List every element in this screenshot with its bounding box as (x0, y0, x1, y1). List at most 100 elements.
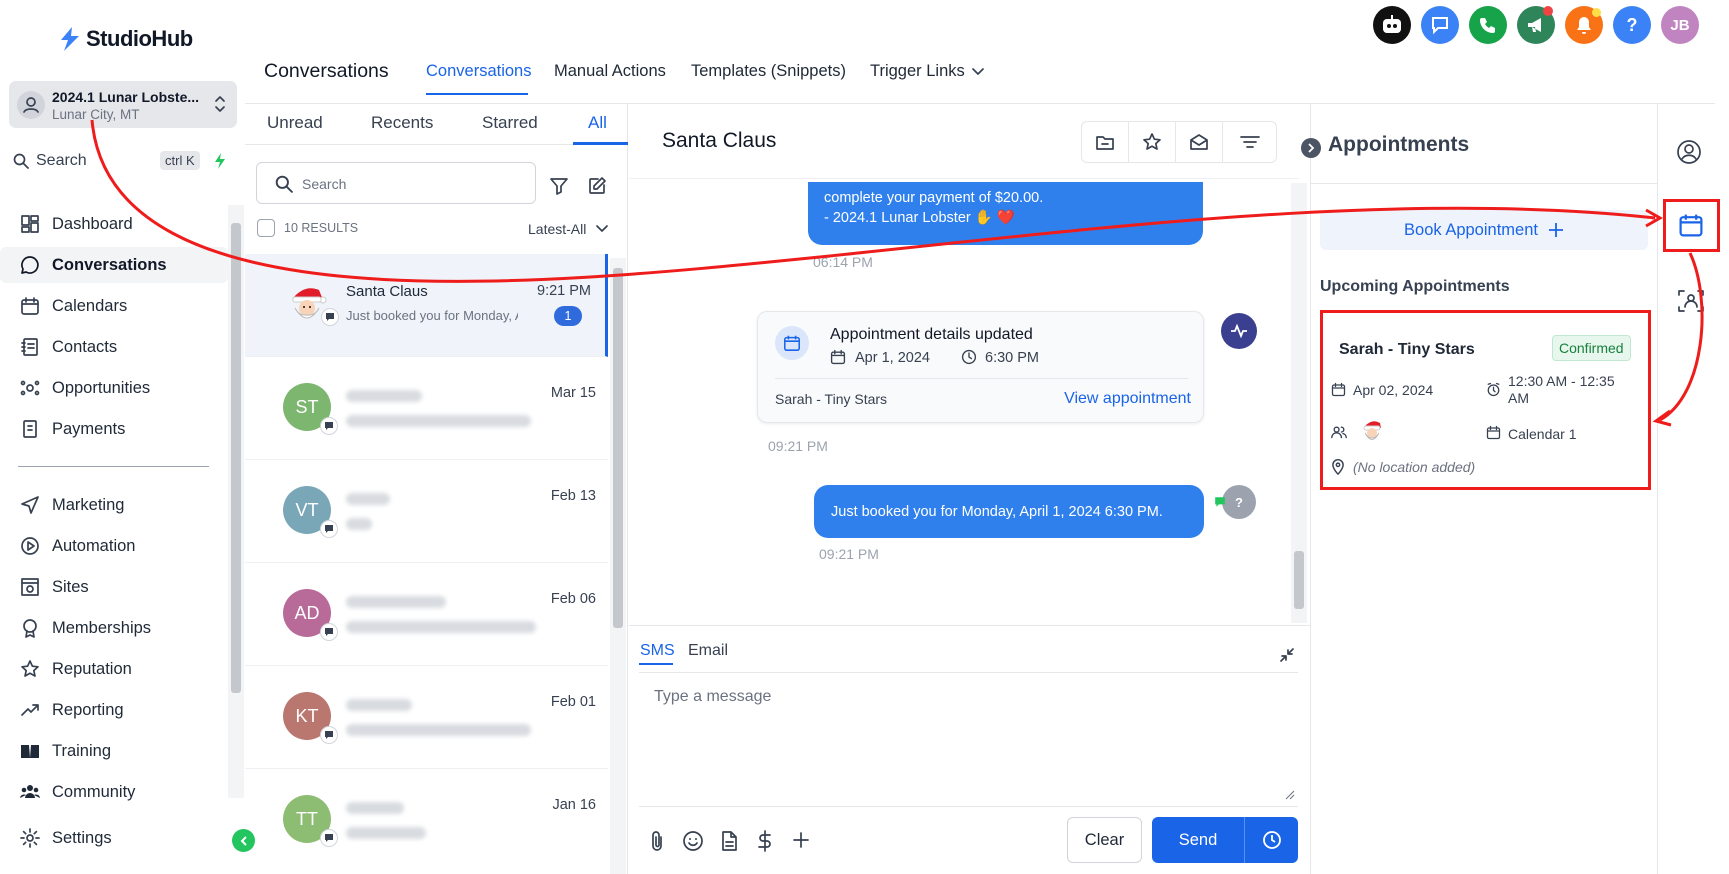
ai-bot-button[interactable] (1373, 6, 1411, 44)
folder-icon (1096, 136, 1114, 150)
filter-icon[interactable] (549, 176, 569, 196)
send-button[interactable]: Send (1152, 817, 1245, 863)
dashboard-icon (21, 215, 39, 233)
redacted-name (346, 699, 412, 711)
filter-all[interactable]: All (588, 113, 607, 133)
nav-training[interactable]: Training (0, 733, 228, 769)
collapse-icon[interactable] (1279, 647, 1295, 663)
plus-icon[interactable] (792, 831, 810, 849)
announcements-button[interactable] (1517, 6, 1555, 44)
nav-sites[interactable]: Sites (0, 569, 228, 605)
robot-icon (1383, 15, 1401, 33)
appointment-card[interactable]: Sarah - Tiny Stars Confirmed Apr 02, 202… (1323, 313, 1648, 487)
conversation-date: 9:21 PM (537, 283, 591, 299)
notifications-button[interactable] (1565, 6, 1603, 44)
filter-messages-button[interactable] (1223, 122, 1276, 162)
view-appointment-link[interactable]: View appointment (1064, 390, 1191, 408)
chat-widget-button[interactable] (1421, 6, 1459, 44)
conversation-item-active[interactable]: Santa Claus Just booked you for Monday, … (245, 254, 608, 357)
conversation-item[interactable]: KT Feb 01 (245, 666, 608, 769)
location-city: Lunar City, MT (52, 107, 140, 122)
archive-button[interactable] (1082, 122, 1129, 162)
template-icon[interactable] (719, 830, 739, 852)
chat-header-divider (629, 178, 1299, 179)
contact-name: Santa Claus (346, 283, 428, 300)
calendar-small-icon (830, 349, 846, 365)
message-textarea[interactable]: Type a message (639, 673, 1298, 805)
compose-icon[interactable] (587, 176, 607, 196)
conversation-item[interactable]: AD Feb 06 (245, 563, 608, 666)
contact-profile-icon[interactable] (1676, 139, 1702, 165)
nav-settings[interactable]: Settings (0, 820, 228, 856)
emoji-icon[interactable] (682, 830, 704, 852)
tab-trigger-links[interactable]: Trigger Links (870, 62, 984, 81)
schedule-send-button[interactable] (1245, 817, 1298, 863)
clear-button[interactable]: Clear (1067, 817, 1142, 863)
appointment-name: Sarah - Tiny Stars (1339, 341, 1475, 358)
brand-logo[interactable]: StudioHub (58, 26, 193, 52)
scan-icon[interactable] (1677, 289, 1705, 313)
nav-reporting[interactable]: Reporting (0, 692, 228, 728)
calendar-tab-icon[interactable] (1678, 212, 1704, 238)
nav-payments[interactable]: Payments (0, 411, 228, 447)
list-scrollbar[interactable] (610, 258, 626, 874)
message-preview: Just booked you for Monday, Ap (346, 308, 518, 323)
tab-manual-actions[interactable]: Manual Actions (554, 62, 666, 81)
chat-scrollbar[interactable] (1291, 183, 1307, 623)
nav-marketing[interactable]: Marketing (0, 487, 228, 523)
nav-dashboard[interactable]: Dashboard (0, 206, 228, 242)
nav-divider (18, 466, 209, 467)
tab-conversations[interactable]: Conversations (426, 62, 531, 81)
chat-scroll-thumb[interactable] (1294, 551, 1304, 609)
conversation-item[interactable]: ST Mar 15 (245, 357, 608, 460)
filter-recents[interactable]: Recents (371, 113, 433, 133)
global-search[interactable]: Search ctrl K (13, 146, 233, 176)
nav-calendars[interactable]: Calendars (0, 288, 228, 324)
nav-contacts-label: Contacts (52, 337, 118, 356)
phone-icon (1480, 18, 1495, 33)
sites-icon (21, 578, 39, 596)
paperclip-icon[interactable] (648, 830, 666, 852)
sms-badge-icon (320, 417, 338, 435)
payments-icon (23, 420, 37, 438)
filter-starred[interactable]: Starred (482, 113, 538, 133)
sidebar-scrollbar[interactable] (228, 205, 244, 798)
nav-conversations[interactable]: Conversations (0, 247, 228, 283)
nav-automation[interactable]: Automation (0, 528, 228, 564)
filter-unread[interactable]: Unread (267, 113, 323, 133)
page-title: Conversations (264, 60, 389, 82)
tab-templates[interactable]: Templates (Snippets) (691, 62, 846, 81)
mark-read-button[interactable] (1176, 122, 1223, 162)
dollar-icon[interactable] (755, 829, 775, 853)
select-all-checkbox[interactable] (257, 219, 275, 237)
book-appointment-button[interactable]: Book Appointment (1320, 210, 1648, 250)
nav-memberships[interactable]: Memberships (0, 610, 228, 646)
chat-actions (1081, 121, 1277, 163)
nav-training-label: Training (52, 741, 111, 760)
list-scroll-thumb[interactable] (613, 268, 623, 628)
brand-name: StudioHub (86, 26, 193, 51)
message-icon (1432, 17, 1448, 35)
redacted-preview (346, 518, 372, 530)
location-switcher[interactable]: 2024.1 Lunar Lobste... Lunar City, MT (9, 81, 237, 128)
nav-community[interactable]: Community (0, 774, 228, 810)
phone-button[interactable] (1469, 6, 1507, 44)
nav-opportunities[interactable]: Opportunities (0, 370, 228, 406)
composer-bottom-divider (639, 806, 1298, 807)
sidebar-scroll-thumb[interactable] (231, 223, 241, 693)
sort-dropdown[interactable]: Latest-All (528, 221, 609, 237)
nav-reputation[interactable]: Reputation (0, 651, 228, 687)
help-button[interactable]: ? (1613, 6, 1651, 44)
composer-tab-sms[interactable]: SMS (640, 642, 675, 660)
attendees-icon (1331, 426, 1347, 439)
location-avatar-icon (17, 91, 45, 119)
collapse-panel-button[interactable] (1301, 138, 1321, 158)
megaphone-icon (1528, 18, 1541, 32)
conversation-search-input[interactable]: Search (256, 162, 536, 204)
star-button[interactable] (1129, 122, 1176, 162)
nav-contacts[interactable]: Contacts (0, 329, 228, 365)
user-avatar[interactable]: JB (1661, 6, 1699, 44)
composer-tab-email[interactable]: Email (688, 642, 728, 660)
conversation-item[interactable]: VT Feb 13 (245, 460, 608, 563)
conversation-item[interactable]: TT Jan 16 (245, 769, 608, 874)
